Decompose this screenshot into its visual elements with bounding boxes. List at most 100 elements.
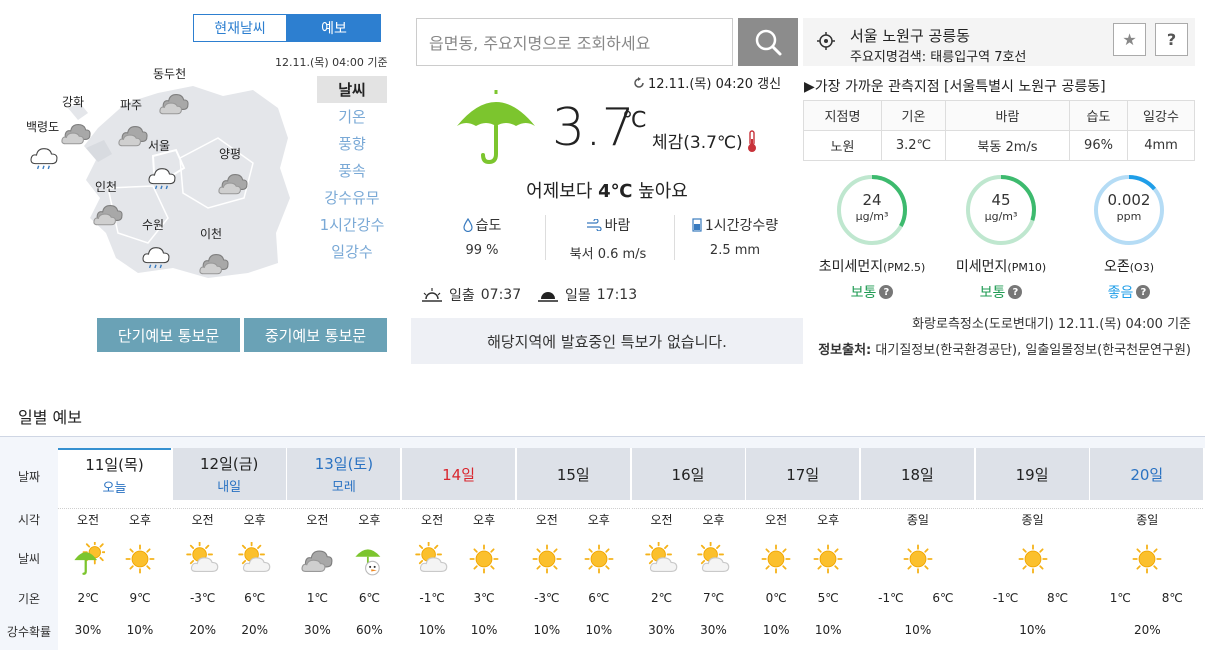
forecast-day-column[interactable]: 16일 오전 30% 오후 30% 2℃ 7℃: [631, 448, 747, 650]
forecast-divider: [860, 508, 974, 509]
map-city-weather[interactable]: [146, 158, 178, 194]
map-city-weather[interactable]: [60, 116, 92, 152]
forecast-divider: [631, 508, 745, 509]
forecast-weather: [123, 542, 157, 579]
layer-precip-presence[interactable]: 강수유무: [317, 184, 387, 211]
umbrella-icon: [457, 90, 535, 165]
forecast-day-name: 11일(목): [85, 456, 144, 474]
forecast-temp-min: 2℃: [650, 591, 673, 605]
layer-weather[interactable]: 날씨: [317, 76, 387, 103]
layer-daily-precip[interactable]: 일강수: [317, 238, 387, 265]
weather-alert-notice: 해당지역에 발효중인 특보가 없습니다.: [411, 318, 803, 364]
mid-term-bulletin-button[interactable]: 중기예보 통보문: [244, 318, 387, 352]
forecast-divider: [287, 508, 401, 509]
current-location-icon[interactable]: [817, 32, 835, 50]
forecast-day-header[interactable]: 18일: [860, 448, 974, 500]
observation-table: 지점명 기온 바람 습도 일강수 노원 3.2℃ 북동 2m/s 96% 4mm: [803, 100, 1195, 161]
favorite-button[interactable]: ★: [1113, 23, 1146, 56]
map-city-label[interactable]: 서울: [148, 137, 170, 154]
tab-current-weather[interactable]: 현재날씨: [193, 14, 287, 42]
map-city-label[interactable]: 인천: [95, 178, 117, 195]
air-status[interactable]: 보통?: [817, 282, 927, 302]
help-icon[interactable]: ?: [1008, 285, 1023, 299]
forecast-day-header[interactable]: 11일(목) 오늘: [58, 448, 171, 500]
layer-wind-speed[interactable]: 풍속: [317, 157, 387, 184]
forecast-time: 종일: [1136, 513, 1159, 527]
forecast-day-column[interactable]: 15일 오전 10% 오후 10% -3℃ 6℃: [516, 448, 632, 650]
help-button[interactable]: ?: [1155, 23, 1188, 56]
sun-icon: [1018, 544, 1048, 574]
update-time[interactable]: 12.11.(목) 04:20 갱신: [633, 73, 781, 92]
forecast-day-name: 18일: [900, 465, 934, 484]
forecast-day-column[interactable]: 14일 오전 10% 오후 10% -1℃ 3℃: [402, 448, 518, 650]
layer-hourly-precip[interactable]: 1시간강수: [317, 211, 387, 238]
map-city-weather[interactable]: [158, 86, 190, 122]
hourly-precip-metric: 1시간강수량 2.5 mm: [670, 215, 800, 258]
map-city-weather[interactable]: [140, 237, 172, 273]
forecast-day-name: 16일: [671, 465, 705, 484]
forecast-weather: [300, 542, 334, 579]
map-city-weather[interactable]: [117, 118, 149, 154]
daily-forecast-title: 일별 예보: [18, 408, 82, 427]
forecast-day-header[interactable]: 12일(금) 내일: [172, 448, 286, 500]
forecast-day-header[interactable]: 16일: [631, 448, 745, 500]
rain-cloud-icon: [142, 247, 170, 269]
layer-wind-direction[interactable]: 풍향: [317, 130, 387, 157]
help-icon[interactable]: ?: [1136, 285, 1151, 299]
forecast-time: 오후: [358, 513, 381, 527]
forecast-day-column[interactable]: 18일 종일 10% -1℃ 6℃: [860, 448, 976, 650]
forecast-time: 오전: [765, 513, 788, 527]
map-city-label[interactable]: 이천: [200, 225, 222, 242]
cloud-icon: [218, 173, 248, 195]
forecast-weather: [759, 542, 793, 579]
forecast-temp-max: 9℃: [129, 591, 151, 605]
search-input[interactable]: 읍면동, 주요지명으로 조회하세요: [416, 18, 733, 66]
air-status[interactable]: 좋음?: [1074, 282, 1184, 302]
forecast-day-column[interactable]: 11일(목) 오늘 오전 30% 오후 10% 2℃ 9℃: [58, 448, 173, 650]
map-city-weather[interactable]: [92, 197, 124, 233]
forecast-day-column[interactable]: 12일(금) 내일 오전 20% 오후 20% -3℃ 6℃: [172, 448, 288, 650]
tab-forecast[interactable]: 예보: [287, 14, 381, 42]
forecast-day-column[interactable]: 17일 오전 10% 오후 10% 0℃ 5℃: [746, 448, 862, 650]
forecast-day-header[interactable]: 17일: [746, 448, 860, 500]
forecast-temp-min: 0℃: [765, 591, 787, 605]
map-city-label[interactable]: 수원: [142, 216, 164, 233]
compare-suffix: 높아요: [632, 181, 688, 202]
hourly-precip-label: 1시간강수량: [704, 218, 779, 234]
location-landmark: 주요지명검색: 태릉입구역 7호선: [850, 50, 1027, 65]
forecast-day-header[interactable]: 19일: [975, 448, 1089, 500]
short-term-bulletin-button[interactable]: 단기예보 통보문: [97, 318, 240, 352]
wind-value: 북서 0.6 m/s: [569, 247, 647, 262]
map-city-label[interactable]: 백령도: [26, 118, 59, 135]
layer-temperature[interactable]: 기온: [317, 103, 387, 130]
forecast-day-header[interactable]: 20일: [1090, 448, 1204, 500]
map-city-weather[interactable]: [217, 166, 249, 202]
map-city-label[interactable]: 강화: [62, 93, 84, 110]
rain-cloud-icon: [30, 148, 58, 170]
map-city-label[interactable]: 파주: [120, 96, 142, 113]
forecast-day-column[interactable]: 19일 종일 10% -1℃ 8℃: [975, 448, 1091, 650]
cloud-icon: [199, 253, 229, 275]
humidity-metric: 습도 99 %: [417, 215, 547, 258]
forecast-weather: [696, 541, 731, 579]
forecast-day-header[interactable]: 14일: [402, 448, 516, 500]
forecast-day-column[interactable]: 13일(토) 모레 오전 30% 오후 60% 1℃ 6℃: [287, 448, 403, 650]
search-button[interactable]: [738, 18, 798, 66]
forecast-day-column[interactable]: 20일 종일 20% 1℃ 8℃: [1090, 448, 1206, 650]
forecast-time: 오후: [473, 513, 496, 527]
forecast-day-header[interactable]: 15일: [516, 448, 630, 500]
map-city-label[interactable]: 동두천: [153, 65, 186, 82]
help-icon[interactable]: ?: [879, 285, 894, 299]
air-status[interactable]: 보통?: [946, 282, 1056, 302]
forecast-time: 오전: [535, 513, 558, 527]
refresh-icon[interactable]: [633, 76, 645, 89]
air-status-text: 보통: [979, 285, 1006, 301]
forecast-pop: 10%: [1019, 623, 1046, 637]
map-city-weather[interactable]: [198, 246, 230, 282]
sunset-info: 일몰 17:13: [537, 285, 637, 305]
forecast-day-header[interactable]: 13일(토) 모레: [287, 448, 401, 500]
sun-icon: [125, 544, 155, 574]
map-city-weather[interactable]: [28, 138, 60, 174]
map-city-label[interactable]: 양평: [219, 145, 241, 162]
obs-wind: 북동 2m/s: [945, 130, 1070, 161]
